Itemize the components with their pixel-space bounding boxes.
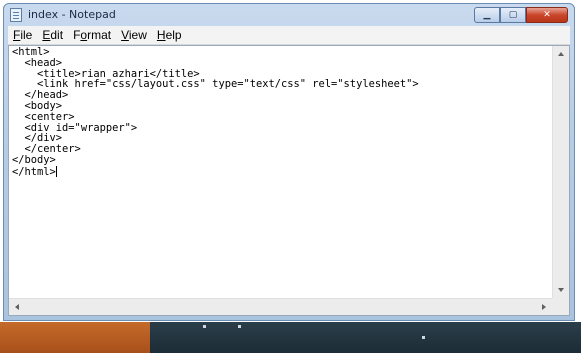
window-controls: ▁ ▢ ✕ [474, 7, 568, 23]
text-area[interactable]: <html> <head> <title>rian azhari</title>… [9, 46, 552, 298]
tray-icon[interactable] [422, 336, 425, 339]
notepad-window: index - Notepad ▁ ▢ ✕ File Edit Format V… [3, 3, 575, 321]
menu-format-label: rmat [87, 28, 112, 42]
menu-format[interactable]: Format [68, 26, 116, 44]
vertical-scrollbar[interactable] [552, 46, 569, 298]
scroll-left-icon[interactable] [15, 304, 19, 310]
menu-view-label: iew [128, 28, 147, 42]
editor-pane[interactable]: <html> <head> <title>rian azhari</title>… [8, 45, 570, 316]
notepad-icon[interactable] [10, 8, 22, 22]
tray-icon[interactable] [203, 325, 206, 328]
maximize-button[interactable]: ▢ [500, 7, 526, 23]
menu-file[interactable]: File [8, 26, 37, 44]
document-content: <html> <head> <title>rian azhari</title>… [12, 46, 419, 178]
window-title: index - Notepad [28, 8, 116, 21]
menu-view[interactable]: View [116, 26, 152, 44]
taskbar-start-area[interactable] [0, 322, 150, 353]
text-caret [55, 165, 57, 177]
horizontal-scrollbar[interactable] [9, 298, 552, 315]
size-grip[interactable] [552, 298, 569, 315]
document-text[interactable]: <html> <head> <title>rian azhari</title>… [9, 46, 552, 179]
tray-icon[interactable] [238, 325, 241, 328]
menu-file-label: ile [20, 28, 33, 42]
menu-edit-label: dit [50, 28, 64, 42]
scroll-up-icon[interactable] [558, 52, 564, 56]
menu-help[interactable]: Help [152, 26, 187, 44]
scroll-right-icon[interactable] [542, 304, 546, 310]
menu-help-label: elp [165, 28, 182, 42]
title-bar[interactable]: index - Notepad ▁ ▢ ✕ [4, 4, 574, 26]
close-button[interactable]: ✕ [526, 7, 568, 23]
minimize-button[interactable]: ▁ [474, 7, 500, 23]
menu-help-mnemonic: H [156, 28, 166, 42]
scroll-down-icon[interactable] [558, 288, 564, 292]
menu-bar: File Edit Format View Help [8, 26, 570, 45]
menu-edit[interactable]: Edit [37, 26, 68, 44]
menu-view-mnemonic: V [121, 28, 129, 42]
taskbar [0, 322, 581, 353]
